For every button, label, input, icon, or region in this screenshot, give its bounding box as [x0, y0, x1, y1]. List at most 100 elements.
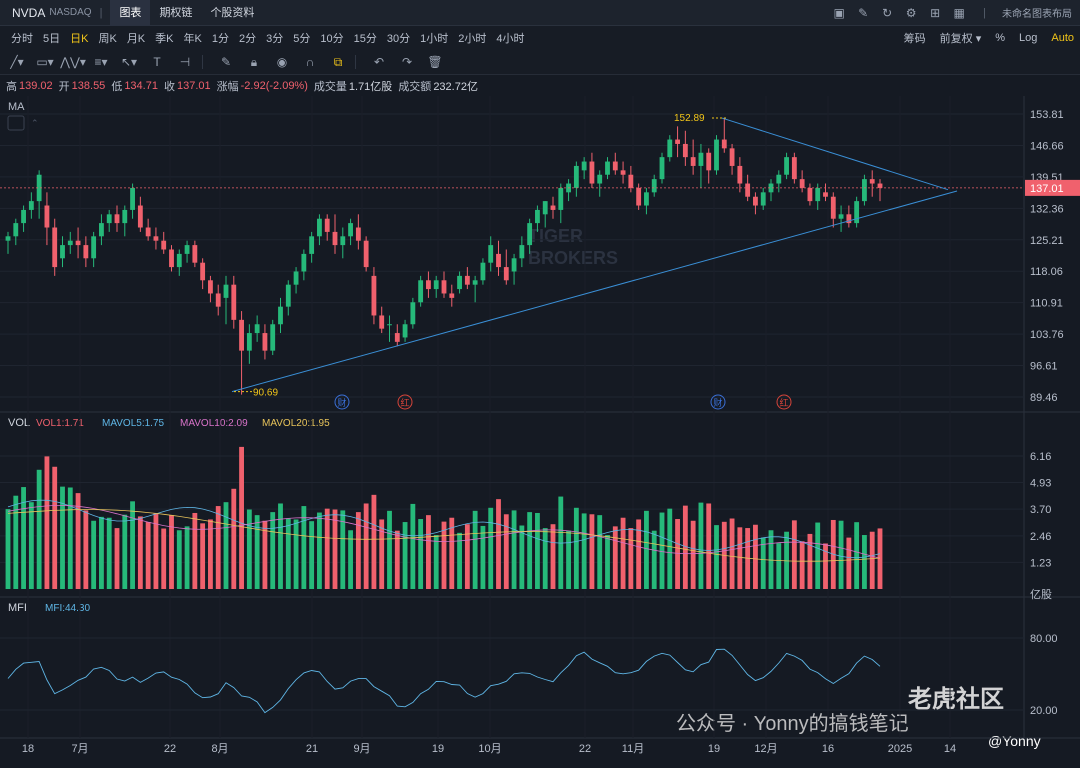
period-9[interactable]: 3分 — [261, 30, 288, 46]
candle-body[interactable] — [145, 227, 151, 237]
candle-body[interactable] — [480, 262, 486, 281]
candle-body[interactable] — [597, 174, 603, 184]
gear-icon[interactable]: ⚙ — [903, 5, 919, 21]
candle-body[interactable] — [612, 161, 618, 171]
candle-body[interactable] — [246, 333, 252, 351]
candle-body[interactable] — [784, 157, 789, 175]
pattern-tool-icon[interactable]: ⋀⋁▾ — [60, 52, 86, 72]
candle-body[interactable] — [67, 240, 73, 246]
candle-body[interactable] — [137, 205, 143, 228]
candle-body[interactable] — [644, 192, 649, 206]
period-16[interactable]: 4小时 — [491, 30, 529, 46]
candle-body[interactable] — [215, 293, 221, 307]
indicators-icon[interactable]: ⊞ — [927, 5, 943, 21]
candle-body[interactable] — [161, 240, 167, 250]
candle-body[interactable] — [690, 157, 696, 166]
period-2[interactable]: 日K — [65, 30, 93, 46]
period-3[interactable]: 周K — [93, 30, 121, 46]
candle-body[interactable] — [807, 187, 813, 202]
period-10[interactable]: 5分 — [288, 30, 315, 46]
candle-body[interactable] — [278, 306, 283, 325]
candle-body[interactable] — [729, 148, 735, 166]
candle-body[interactable] — [457, 275, 462, 290]
cursor-tool-icon[interactable]: ↖▾ — [118, 52, 140, 72]
candle-body[interactable] — [130, 187, 135, 210]
lock-icon[interactable]: 🔒︎ — [243, 52, 265, 72]
period-7[interactable]: 1分 — [207, 30, 234, 46]
period-0[interactable]: 分时 — [6, 30, 38, 46]
candle-body[interactable] — [675, 139, 680, 144]
undo-icon[interactable]: ↶ — [368, 52, 390, 72]
candle-body[interactable] — [589, 161, 595, 184]
candle-body[interactable] — [862, 179, 867, 202]
candle-body[interactable] — [52, 227, 58, 268]
symbol-label[interactable]: NVDA — [12, 6, 45, 20]
candle-body[interactable] — [223, 284, 229, 298]
candle-body[interactable] — [394, 333, 400, 342]
tab-chart[interactable]: 图表 — [110, 0, 151, 26]
candle-body[interactable] — [418, 280, 424, 303]
candle-body[interactable] — [348, 223, 353, 237]
candle-body[interactable] — [153, 236, 159, 241]
candle-body[interactable] — [433, 280, 439, 290]
trendline-upper[interactable] — [721, 117, 949, 191]
candle-body[interactable] — [239, 319, 244, 351]
candle-body[interactable] — [558, 187, 564, 210]
candle-body[interactable] — [317, 218, 322, 237]
candle-body[interactable] — [464, 275, 470, 285]
candle-body[interactable] — [13, 223, 19, 237]
candle-body[interactable] — [270, 324, 276, 351]
candle-body[interactable] — [309, 236, 315, 254]
candle-body[interactable] — [488, 245, 494, 263]
candle-body[interactable] — [402, 324, 408, 338]
percent-toggle[interactable]: % — [995, 32, 1005, 44]
candle-body[interactable] — [503, 267, 509, 281]
candle-body[interactable] — [231, 284, 237, 320]
candle-body[interactable] — [200, 262, 206, 281]
candle-body[interactable] — [83, 245, 89, 259]
auto-scale-toggle[interactable]: Auto — [1051, 32, 1074, 44]
candle-body[interactable] — [5, 236, 11, 241]
period-12[interactable]: 15分 — [349, 30, 382, 46]
magnet-icon[interactable]: ∩ — [299, 52, 321, 72]
candle-body[interactable] — [581, 161, 587, 171]
candle-body[interactable] — [184, 245, 190, 254]
line-tool-icon[interactable]: ╱▾ — [6, 52, 28, 72]
candle-body[interactable] — [799, 179, 805, 188]
period-6[interactable]: 年K — [179, 30, 207, 46]
candle-body[interactable] — [340, 236, 346, 246]
candle-body[interactable] — [636, 187, 642, 206]
trendline-lower[interactable] — [231, 190, 958, 393]
candle-body[interactable] — [426, 280, 431, 290]
tab-options-chain[interactable]: 期权链 — [150, 0, 201, 26]
candle-body[interactable] — [75, 240, 81, 246]
fib-tool-icon[interactable]: ≡▾ — [90, 52, 112, 72]
candle-body[interactable] — [324, 218, 330, 232]
eye-icon[interactable]: ◉ — [271, 52, 293, 72]
candle-body[interactable] — [355, 227, 361, 241]
candle-body[interactable] — [535, 209, 540, 224]
candle-body[interactable] — [791, 157, 797, 180]
candle-body[interactable] — [208, 280, 213, 294]
candle-body[interactable] — [332, 231, 338, 246]
candle-body[interactable] — [176, 253, 182, 268]
candle-body[interactable] — [106, 214, 112, 224]
candle-body[interactable] — [472, 280, 478, 285]
period-4[interactable]: 月K — [122, 30, 150, 46]
period-8[interactable]: 2分 — [234, 30, 261, 46]
candle-body[interactable] — [114, 214, 120, 224]
period-14[interactable]: 1小时 — [415, 30, 453, 46]
text-tool-icon[interactable]: T — [146, 52, 168, 72]
candle-body[interactable] — [542, 201, 548, 215]
layout-name[interactable]: 未命名图表布局 — [1002, 5, 1072, 20]
candle-body[interactable] — [262, 333, 268, 351]
period-1[interactable]: 5日 — [38, 30, 65, 46]
candle-body[interactable] — [667, 139, 673, 158]
candle-body[interactable] — [823, 192, 828, 197]
tab-stock-info[interactable]: 个股资料 — [201, 0, 263, 26]
candle-body[interactable] — [651, 179, 657, 193]
screenshot-icon[interactable]: ▣ — [831, 5, 847, 21]
candle-body[interactable] — [99, 223, 104, 237]
layout-icon[interactable]: ▦ — [951, 5, 967, 21]
chart-area[interactable]: MA ⌃ TIGER BROKERS VOL VOL1:1.71 MAVOL5:… — [0, 96, 1080, 765]
